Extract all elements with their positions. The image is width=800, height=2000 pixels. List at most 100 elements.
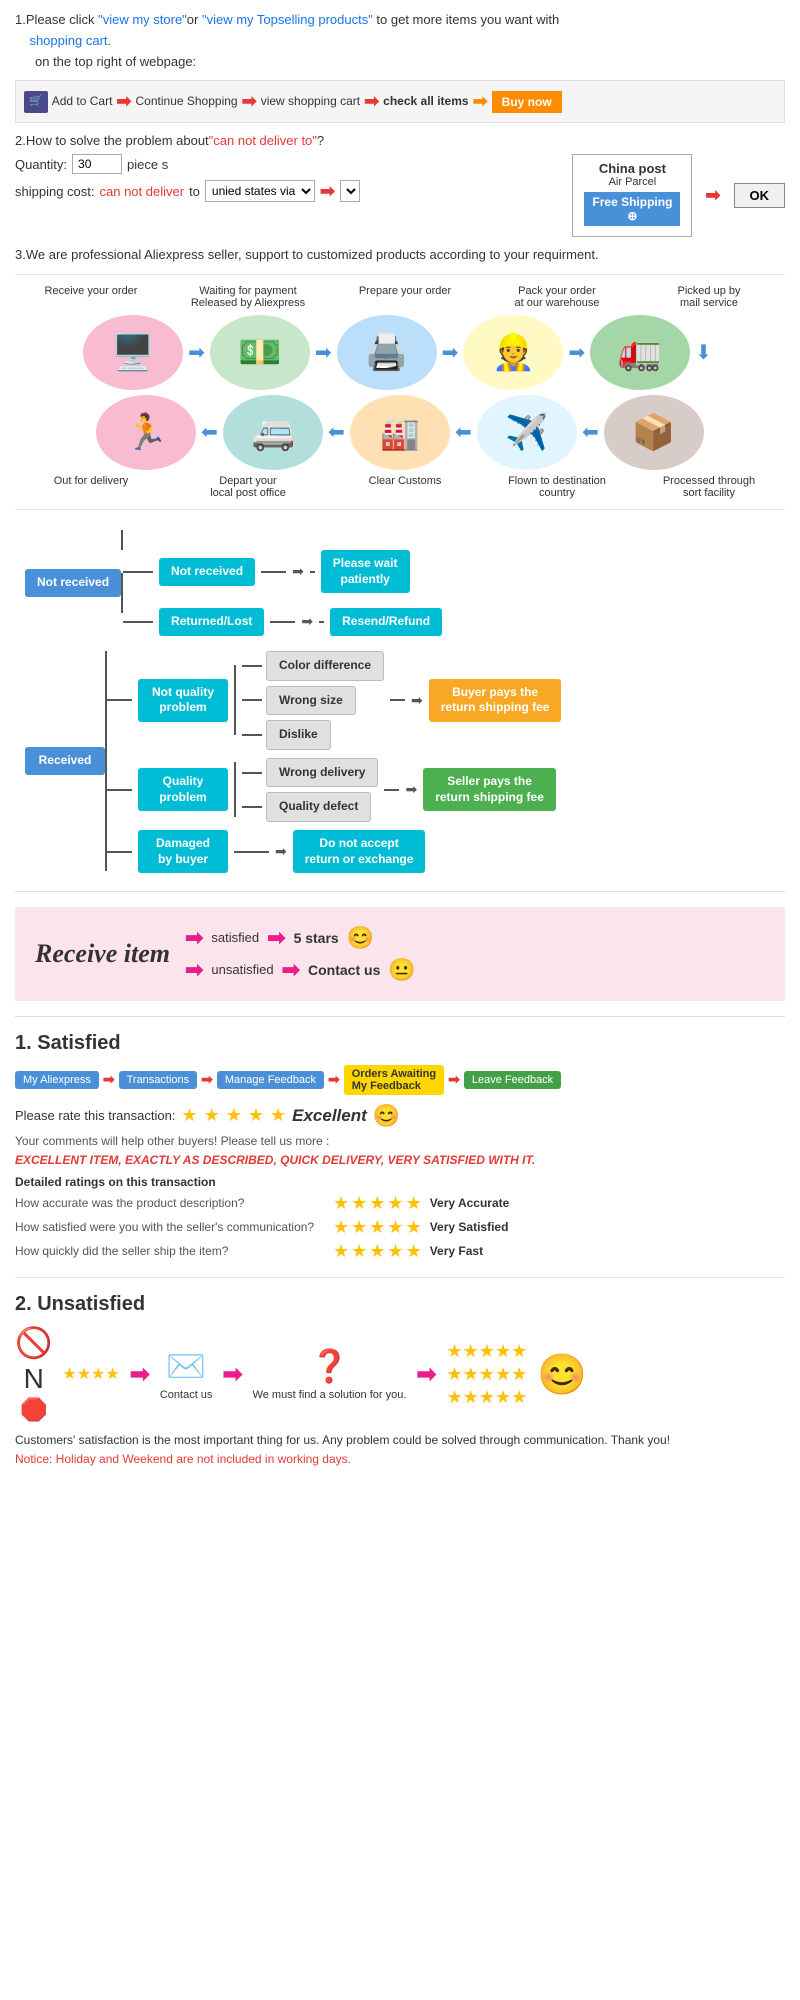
cart-icon: 🛒 xyxy=(24,91,48,113)
qty-input[interactable] xyxy=(72,154,122,174)
unsatisfied-section: 2. Unsatisfied 🚫 N 🛑 ★★★★ ➡ ✉️ Contact u… xyxy=(15,1293,785,1466)
proc-bl-2: Depart yourlocal post office xyxy=(188,475,308,499)
china-post-sub: Air Parcel xyxy=(583,176,681,188)
satisfied-section: 1. Satisfied My Aliexpress ➡ Transaction… xyxy=(15,1032,785,1262)
5stars-text: 5 stars xyxy=(294,930,339,946)
buy-now-button[interactable]: Buy now xyxy=(492,91,562,113)
rate-label: Please rate this transaction: xyxy=(15,1108,175,1123)
pink-outcomes: ➡ satisfied ➡ 5 stars 😊 ➡ unsatisfied ➡ … xyxy=(185,925,416,983)
shopping-cart-link[interactable]: shopping cart. xyxy=(29,33,111,48)
divider4 xyxy=(15,1016,785,1017)
step-add-to-cart: Add to Cart xyxy=(52,92,113,111)
happy-face-large: 😊 xyxy=(537,1351,587,1398)
rating-stars-1: ★★★★★ xyxy=(333,1193,422,1214)
step-my-aliexpress[interactable]: My Aliexpress xyxy=(15,1071,99,1089)
wrong-delivery-box: Wrong delivery xyxy=(266,758,378,788)
solution-label: We must find a solution for you. xyxy=(253,1389,407,1401)
proc-label-2: Waiting for paymentReleased by Aliexpres… xyxy=(188,285,308,309)
proc-icon-10: 📦 xyxy=(604,395,704,470)
excellent-review: EXCELLENT ITEM, EXACTLY AS DESCRIBED, QU… xyxy=(15,1153,785,1167)
view-topselling-link[interactable]: "view my Topselling products" xyxy=(202,12,373,27)
china-post-title: China post xyxy=(583,161,681,176)
color-diff-box: Color difference xyxy=(266,651,384,681)
step-leave-feedback[interactable]: Leave Feedback xyxy=(464,1071,561,1089)
free-shipping-badge: Free Shipping ⊕ xyxy=(584,192,680,226)
satisfied-title: 1. Satisfied xyxy=(15,1032,785,1055)
shipping-select[interactable]: unied states via xyxy=(205,180,315,202)
arrow1: ➡ xyxy=(116,87,131,116)
wrong-size-box: Wrong size xyxy=(266,686,356,716)
arrow4: ➡ xyxy=(473,87,488,116)
received-main: Received xyxy=(25,747,105,775)
nr-result2: Resend/Refund xyxy=(330,608,442,636)
process-top-icons: 🖥️ ➡ 💵 ➡ 🖨️ ➡ 👷 ➡ 🚛 ⬇ xyxy=(15,315,785,390)
shopping-cart-link-row: shopping cart. xyxy=(15,31,785,52)
star5: ★ xyxy=(270,1105,286,1126)
result-stars-1: ★★★★★ xyxy=(447,1341,528,1362)
divider5 xyxy=(15,1277,785,1278)
seller-pays-box: Seller pays thereturn shipping fee xyxy=(423,768,556,811)
detailed-ratings: Detailed ratings on this transaction How… xyxy=(15,1175,785,1262)
dislike-box: Dislike xyxy=(266,720,331,750)
rcv-branch1: Not qualityproblem Color difference Wron… xyxy=(107,651,561,750)
not-quality-box: Not qualityproblem xyxy=(138,679,228,722)
proc-icon-2: 💵 xyxy=(210,315,310,390)
section2-left: Quantity: piece s shipping cost: can not… xyxy=(15,154,552,202)
view-store-link[interactable]: "view my store" xyxy=(98,12,187,27)
step-manage-feedback[interactable]: Manage Feedback xyxy=(217,1071,324,1089)
contact-us-text: Contact us xyxy=(308,962,380,978)
process-section: Receive your order Waiting for paymentRe… xyxy=(15,285,785,499)
cannot-deliver-text: "can not deliver to" xyxy=(209,133,317,148)
step-orders-awaiting[interactable]: Orders AwaitingMy Feedback xyxy=(344,1065,444,1095)
rcv-branch3: Damagedby buyer ➡ Do not acceptreturn or… xyxy=(107,830,561,873)
proc-icon-1: 🖥️ xyxy=(83,315,183,390)
unsat-stars-col: ★★★★ xyxy=(62,1364,119,1384)
rating-stars-3: ★★★★★ xyxy=(333,1241,422,1262)
quality-defect-box: Quality defect xyxy=(266,792,371,822)
rating-stars-2: ★★★★★ xyxy=(333,1217,422,1238)
shipping-row: shipping cost: can not deliver to unied … xyxy=(15,180,552,202)
china-post-box: China post Air Parcel Free Shipping ⊕ xyxy=(572,154,692,237)
proc-label-4: Pack your orderat our warehouse xyxy=(502,285,612,309)
no-sign: 🚫 xyxy=(15,1326,52,1361)
proc-arrow-5: ➡ xyxy=(201,420,218,445)
arrow-s4: ➡ xyxy=(448,1071,460,1088)
received-main-col: Received xyxy=(25,651,105,871)
proc-bl-5: Processed throughsort facility xyxy=(654,475,764,499)
step-continue-shopping: Continue Shopping xyxy=(136,92,238,111)
divider1 xyxy=(15,274,785,275)
step-transactions[interactable]: Transactions xyxy=(119,1071,198,1089)
rating-r3: Very Fast xyxy=(430,1244,483,1258)
proc-icon-7: 🚐 xyxy=(223,395,323,470)
happy-smiley: 😊 xyxy=(347,925,374,951)
excellent-smiley: 😊 xyxy=(373,1103,400,1129)
section2: 2.How to solve the problem about"can not… xyxy=(15,133,785,237)
shipping-method-select[interactable]: ▼ xyxy=(340,180,360,202)
contact-us-col: ✉️ Contact us xyxy=(160,1347,213,1401)
pink-banner: Receive item ➡ satisfied ➡ 5 stars 😊 ➡ u… xyxy=(15,907,785,1001)
unsat-arrow1: ➡ xyxy=(130,1360,150,1389)
qp-vline xyxy=(234,762,236,817)
solution-col: ❓ We must find a solution for you. xyxy=(253,1347,407,1401)
proc-arrow-4: ➡ xyxy=(568,340,585,365)
excellent-label: Excellent xyxy=(292,1106,367,1126)
rating-q2: How satisfied were you with the seller's… xyxy=(15,1220,325,1234)
proc-label-5: Picked up bymail service xyxy=(654,285,764,309)
china-post-section: China post Air Parcel Free Shipping ⊕ ➡ … xyxy=(572,154,785,237)
unsatisfied-title: 2. Unsatisfied xyxy=(15,1293,785,1316)
rating-row-1: How accurate was the product description… xyxy=(15,1193,785,1214)
step-check-items: check all items xyxy=(383,92,468,111)
unsat-stars-1: ★★★★ xyxy=(62,1364,119,1384)
unsat-arrow2: ➡ xyxy=(222,1360,242,1389)
proc-bl-1: Out for delivery xyxy=(36,475,146,499)
proc-icon-4: 👷 xyxy=(463,315,563,390)
n-label: N xyxy=(24,1363,44,1395)
top-right-note: on the top right of webpage: xyxy=(35,52,785,73)
cart-steps-bar: 🛒 Add to Cart ➡ Continue Shopping ➡ view… xyxy=(15,80,785,123)
result-stars-3: ★★★★★ xyxy=(447,1387,528,1408)
ok-button[interactable]: OK xyxy=(734,183,786,208)
result-stars-2: ★★★★★ xyxy=(447,1364,528,1385)
unsat-icon-1: 🚫 N 🛑 xyxy=(15,1326,52,1423)
rating-row-2: How satisfied were you with the seller's… xyxy=(15,1217,785,1238)
star1: ★ xyxy=(181,1105,197,1126)
